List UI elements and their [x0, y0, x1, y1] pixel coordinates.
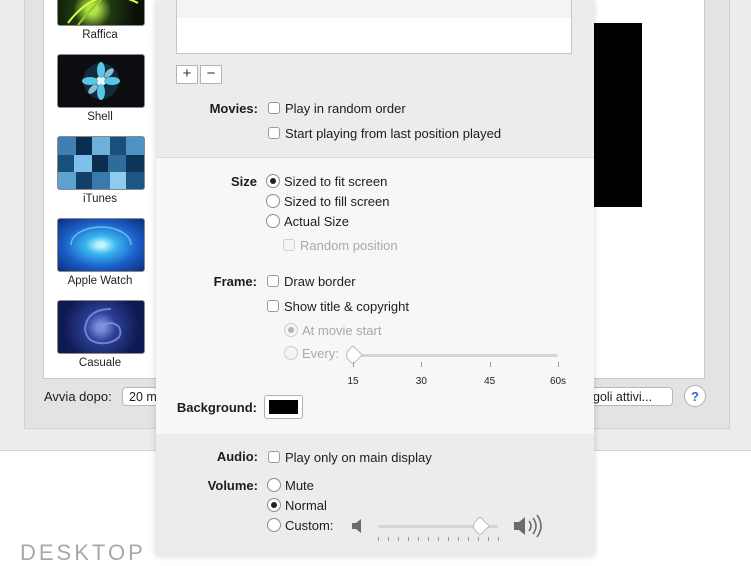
volume-mute-radio[interactable] [267, 478, 281, 492]
volume-slider-tick [478, 537, 479, 541]
at-movie-start-radio[interactable] [284, 323, 298, 337]
volume-mute-label: Mute [285, 478, 314, 493]
size-fit-label: Sized to fit screen [284, 174, 388, 189]
size-actual-label: Actual Size [284, 214, 350, 229]
itunes-artwork-grid-icon [58, 137, 144, 189]
screensaver-thumb-casuale[interactable] [57, 300, 145, 354]
sidebar-item-label: Casuale [78, 357, 122, 369]
random-order-checkbox[interactable] [268, 102, 280, 114]
size-actual-radio[interactable] [266, 214, 280, 228]
hot-corners-button[interactable]: goli attivi... [586, 387, 673, 406]
volume-slider-tick [398, 537, 399, 541]
volume-slider-tick [488, 537, 489, 541]
resume-position-label: Start playing from last position played [285, 126, 502, 141]
volume-custom-radio[interactable] [267, 518, 281, 532]
start-after-label: Avvia dopo: [44, 389, 112, 404]
playlist-table[interactable] [176, 0, 572, 54]
show-title-checkbox[interactable] [267, 300, 279, 312]
main-display-label: Play only on main display [285, 450, 432, 465]
screensaver-thumb-itunes[interactable] [57, 136, 145, 190]
volume-slider-tick [438, 537, 439, 541]
every-slider-tick [421, 362, 423, 367]
apple-watch-swirl-icon [70, 226, 132, 246]
speaker-low-icon [352, 519, 361, 533]
size-label: Size [230, 174, 257, 189]
frame-label: Frame: [213, 274, 257, 289]
every-slider-tick-label: 45 [484, 376, 496, 387]
random-order-label: Play in random order [285, 101, 406, 116]
every-slider-tick [353, 362, 354, 367]
resume-position-checkbox[interactable] [268, 127, 280, 139]
shell-icon [82, 62, 120, 100]
size-fill-radio[interactable] [266, 194, 280, 208]
show-title-label: Show title & copyright [284, 299, 410, 314]
audio-label: Audio: [216, 449, 258, 464]
help-button[interactable]: ? [684, 385, 706, 407]
volume-normal-radio[interactable] [267, 498, 281, 512]
movies-label: Movies: [209, 101, 258, 116]
screensaver-preview [592, 23, 642, 207]
volume-label: Volume: [207, 478, 258, 493]
sidebar-item-label: Shell [87, 111, 113, 123]
sidebar-item-label: Apple Watch [67, 275, 133, 287]
screensaver-thumb-apple-watch[interactable] [57, 218, 145, 272]
draw-border-checkbox[interactable] [267, 275, 279, 287]
screensaver-options-sheet: + − Movies: Play in random order Start p… [156, 0, 594, 556]
random-position-label: Random position [300, 238, 398, 253]
volume-slider-tick [428, 537, 429, 541]
volume-slider-tick [448, 537, 449, 541]
screensaver-thumb-shell[interactable] [57, 54, 145, 108]
volume-slider-tick [418, 537, 419, 541]
volume-slider-tick [378, 537, 379, 541]
volume-slider-tick [498, 537, 499, 541]
main-display-checkbox[interactable] [268, 451, 280, 463]
every-slider-tick [558, 362, 559, 367]
every-label: Every: [302, 346, 339, 361]
screensaver-thumb-raffica[interactable] [57, 0, 145, 26]
speaker-high-icon [514, 514, 542, 538]
every-slider-tick-label: 15 [347, 376, 359, 387]
volume-slider-tick [458, 537, 459, 541]
add-item-button[interactable]: + [176, 65, 198, 84]
background-color-well[interactable] [264, 395, 303, 419]
desktop-watermark-text: DESKTOP [20, 540, 146, 565]
random-position-checkbox[interactable] [283, 239, 295, 251]
background-label: Background: [176, 400, 257, 415]
at-movie-start-label: At movie start [302, 323, 382, 338]
draw-border-label: Draw border [284, 274, 356, 289]
movies-section: + − Movies: Play in random order Start p… [156, 0, 594, 157]
casuale-spiral-icon [83, 308, 122, 345]
every-slider-tick-label: 60s [549, 376, 567, 387]
volume-custom-label: Custom: [285, 518, 334, 533]
every-slider-tick [489, 362, 491, 367]
volume-slider-tick [388, 537, 389, 541]
volume-slider-tick [408, 537, 409, 541]
size-fill-label: Sized to fill screen [284, 194, 390, 209]
every-radio[interactable] [284, 346, 298, 360]
every-interval-slider-track[interactable] [353, 354, 558, 357]
size-fit-radio[interactable] [266, 174, 280, 188]
sidebar-item-label: Raffica [82, 29, 118, 41]
background-color-swatch [269, 400, 298, 414]
volume-slider-tick [468, 537, 469, 541]
remove-item-button[interactable]: − [200, 65, 222, 84]
every-slider-tick-label: 30 [415, 376, 427, 387]
raffica-icon [67, 0, 139, 25]
volume-normal-label: Normal [285, 498, 327, 513]
sidebar-item-label: iTunes [82, 193, 118, 205]
playlist-row[interactable] [177, 0, 571, 18]
